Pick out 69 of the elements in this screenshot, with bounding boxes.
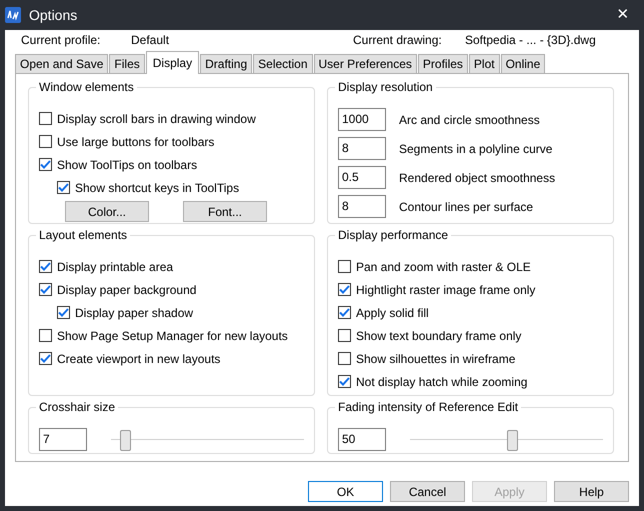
dialog-button[interactable]: Cancel bbox=[390, 481, 465, 502]
input-field[interactable]: 7 bbox=[39, 428, 87, 451]
field-label: Contour lines per surface bbox=[399, 198, 534, 216]
checkbox-label[interactable]: Pan and zoom with raster & OLE bbox=[356, 258, 531, 276]
dialog-button[interactable]: Color... bbox=[65, 201, 149, 222]
input-field[interactable]: 8 bbox=[338, 137, 386, 160]
checkbox-label[interactable]: Hightlight raster image frame only bbox=[356, 280, 536, 298]
checkbox-label[interactable]: Show Page Setup Manager for new layouts bbox=[57, 326, 288, 344]
group-title: Crosshair size bbox=[36, 400, 118, 414]
group-title: Display performance bbox=[335, 228, 452, 242]
tab[interactable]: Selection bbox=[253, 54, 313, 73]
tab[interactable]: Open and Save bbox=[15, 54, 108, 73]
input-field[interactable]: 1000 bbox=[338, 108, 386, 131]
app-icon bbox=[5, 7, 21, 23]
tab[interactable]: Drafting bbox=[200, 54, 252, 73]
profile-value: Default bbox=[131, 32, 170, 49]
slider-thumb[interactable] bbox=[507, 430, 518, 450]
group-title: Fading intensity of Reference Edit bbox=[335, 400, 522, 414]
checkbox[interactable] bbox=[39, 260, 52, 273]
checkbox[interactable] bbox=[338, 306, 351, 319]
checkbox[interactable] bbox=[338, 260, 351, 273]
checkbox[interactable] bbox=[39, 135, 52, 148]
checkbox[interactable] bbox=[338, 329, 351, 342]
checkbox-label[interactable]: Show ToolTips on toolbars bbox=[57, 156, 198, 174]
field-label: Arc and circle smoothness bbox=[399, 112, 540, 128]
profile-label: Current profile: bbox=[21, 32, 102, 49]
slider-thumb[interactable] bbox=[120, 430, 130, 450]
group-title: Display resolution bbox=[335, 80, 436, 94]
checkbox-label[interactable]: Display scroll bars in drawing window bbox=[57, 110, 256, 128]
field-label: Segments in a polyline curve bbox=[399, 140, 552, 158]
checkbox-label[interactable]: Apply solid fill bbox=[356, 304, 429, 322]
input-field[interactable]: 0.5 bbox=[338, 166, 386, 189]
checkbox[interactable] bbox=[338, 375, 351, 388]
input-field[interactable]: 8 bbox=[338, 195, 386, 218]
checkbox-label[interactable]: Show shortcut keys in ToolTips bbox=[75, 178, 240, 196]
checkbox[interactable] bbox=[39, 112, 52, 125]
checkbox[interactable] bbox=[39, 283, 52, 296]
tab[interactable]: Files bbox=[109, 54, 145, 73]
checkbox[interactable] bbox=[39, 158, 52, 171]
checkbox[interactable] bbox=[338, 283, 351, 296]
dialog-button[interactable]: Font... bbox=[183, 201, 267, 222]
checkbox-label[interactable]: Display printable area bbox=[57, 258, 174, 276]
drawing-label: Current drawing: bbox=[353, 32, 443, 49]
drawing-value: Softpedia - ... - {3D}.dwg bbox=[465, 32, 596, 49]
tab[interactable]: Profiles bbox=[418, 54, 468, 73]
checkbox-label[interactable]: Use large buttons for toolbars bbox=[57, 132, 214, 150]
checkbox-label[interactable]: Display paper background bbox=[57, 280, 196, 298]
close-button[interactable]: ✕ bbox=[607, 4, 639, 26]
tab[interactable]: Online bbox=[500, 54, 546, 73]
checkbox[interactable] bbox=[338, 352, 351, 365]
checkbox-label[interactable]: Create viewport in new layouts bbox=[57, 350, 220, 368]
group-title: Layout elements bbox=[36, 228, 130, 242]
tab[interactable]: Plot bbox=[468, 54, 500, 73]
checkbox-label[interactable]: Show silhouettes in wireframe bbox=[356, 350, 516, 368]
tab[interactable]: Display bbox=[146, 51, 200, 74]
checkbox-label[interactable]: Display paper shadow bbox=[75, 304, 194, 322]
checkbox[interactable] bbox=[39, 352, 52, 365]
group-title: Window elements bbox=[36, 80, 137, 94]
window-title: Options bbox=[29, 6, 78, 25]
input-field[interactable]: 50 bbox=[338, 428, 386, 451]
field-label: Rendered object smoothness bbox=[399, 170, 556, 186]
checkbox[interactable] bbox=[39, 329, 52, 342]
tab[interactable]: User Preferences bbox=[314, 54, 417, 73]
checkbox-label[interactable]: Not display hatch while zooming bbox=[356, 372, 528, 390]
checkbox-label[interactable]: Show text boundary frame only bbox=[356, 326, 522, 344]
dialog-button[interactable]: OK bbox=[308, 481, 383, 502]
dialog-button[interactable]: Help bbox=[554, 481, 629, 502]
checkbox[interactable] bbox=[57, 306, 70, 319]
checkbox[interactable] bbox=[57, 181, 70, 194]
